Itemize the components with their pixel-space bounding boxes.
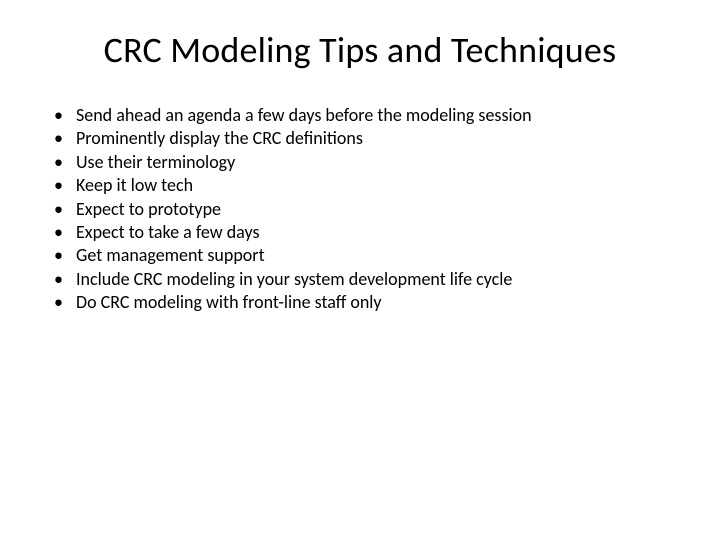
list-item: Use their terminology: [54, 151, 684, 174]
list-item: Expect to prototype: [54, 198, 684, 221]
list-item: Get management support: [54, 244, 684, 267]
bullet-list: Send ahead an agenda a few days before t…: [36, 104, 684, 315]
list-item: Include CRC modeling in your system deve…: [54, 268, 684, 291]
list-item: Keep it low tech: [54, 174, 684, 197]
slide-title: CRC Modeling Tips and Techniques: [36, 28, 684, 72]
list-item: Expect to take a few days: [54, 221, 684, 244]
list-item: Do CRC modeling with front-line staff on…: [54, 291, 684, 314]
list-item: Prominently display the CRC definitions: [54, 127, 684, 150]
slide: CRC Modeling Tips and Techniques Send ah…: [0, 0, 720, 540]
list-item: Send ahead an agenda a few days before t…: [54, 104, 684, 127]
